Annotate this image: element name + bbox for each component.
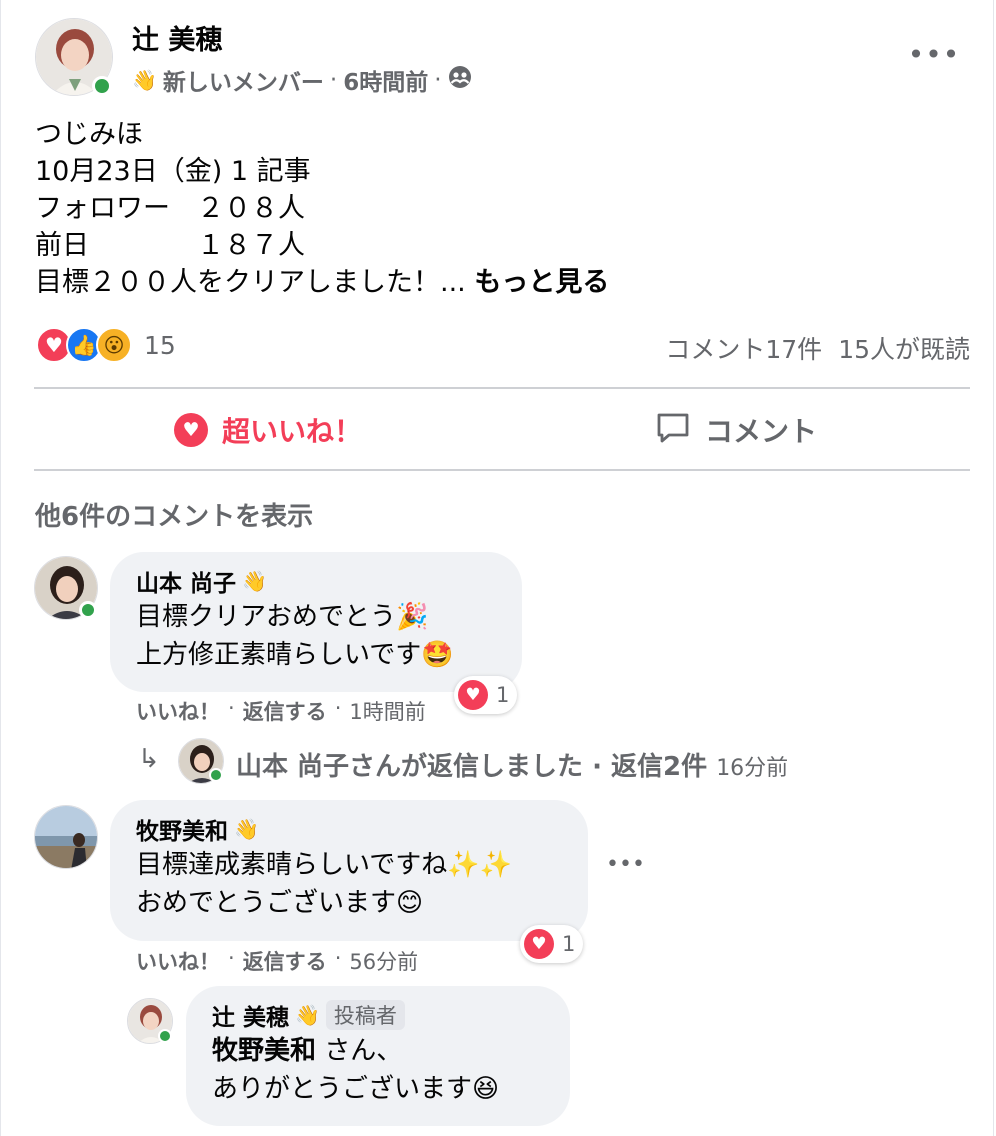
more-horizontal-icon: ••• xyxy=(907,37,961,71)
reply-arrow-icon: ↳ xyxy=(138,744,160,774)
wave-icon: 👋 xyxy=(132,68,157,92)
comment-bubble: 山本 尚子 👋 目標クリアおめでとう🎉 上方修正素晴らしいです🤩 xyxy=(110,552,522,692)
action-separator: · xyxy=(228,696,235,720)
post-options-button[interactable]: ••• xyxy=(908,34,960,74)
commenter-name-row: 牧野美和 👋 xyxy=(136,812,562,846)
post-body-line: 前日 １８７人 xyxy=(35,230,305,261)
comment-reaction-count: 1 xyxy=(496,683,510,707)
comment-reaction-pill[interactable]: ♥ 1 xyxy=(454,676,518,714)
post-stats: コメント17件 15人が既読 xyxy=(665,330,970,366)
action-separator: · xyxy=(334,946,342,970)
post-body-line: つじみほ xyxy=(35,119,143,150)
comment-actions: いいね！ · 返信する · 56分前 xyxy=(136,946,418,976)
post-body-line: フォロワー ２０８人 xyxy=(35,193,305,224)
post-meta: 👋 新しいメンバー · 6時間前 · xyxy=(132,63,472,97)
comment-bubble-icon xyxy=(655,409,691,452)
seen-count[interactable]: 15人が既読 xyxy=(838,330,970,366)
commenter-avatar-image xyxy=(35,806,97,868)
wave-icon: 👋 xyxy=(242,569,267,593)
comment-button-label: コメント xyxy=(704,415,817,448)
view-more-comments-link[interactable]: 他6件のコメントを表示 xyxy=(35,496,313,533)
post-body-last-line: 目標２００人をクリアしました！... もっと見る xyxy=(35,264,609,301)
heart-icon: ♥ xyxy=(524,929,554,959)
comment-time[interactable]: 1時間前 xyxy=(349,696,425,726)
reaction-summary[interactable]: ♥ 👍 😮 15 xyxy=(36,327,176,363)
comment-reaction-pill[interactable]: ♥ 1 xyxy=(520,925,584,963)
wave-icon: 👋 xyxy=(295,1003,320,1027)
see-more-link[interactable]: もっと見る xyxy=(474,267,609,298)
reply-author-row: 辻 美穂 👋 投稿者 xyxy=(212,998,544,1032)
post-body-line: 目標２００人をクリアしました！... xyxy=(35,267,466,298)
action-separator: · xyxy=(334,696,342,720)
love-button-label: 超いいね！ xyxy=(221,415,362,448)
post-body-line: 10月23日（金) 1 記事 xyxy=(35,156,311,187)
post-time[interactable]: 6時間前 xyxy=(343,63,428,97)
comment-count[interactable]: コメント17件 xyxy=(665,330,822,366)
comment-reaction-count: 1 xyxy=(562,932,576,956)
commenter-avatar[interactable] xyxy=(34,805,98,869)
online-indicator xyxy=(158,1029,172,1043)
love-button[interactable]: ♥ 超いいね！ xyxy=(34,392,502,468)
online-indicator xyxy=(209,768,223,782)
reply-text-line: ありがとうございます😆 xyxy=(212,1074,500,1104)
comment-like-link[interactable]: いいね！ xyxy=(136,696,220,726)
heart-icon: ♥ xyxy=(173,413,208,447)
view-replies-link[interactable]: 山本 尚子さんが返信しました · 返信2件 16分前 xyxy=(236,746,788,783)
commenter-name[interactable]: 山本 尚子 xyxy=(136,564,236,598)
action-separator: · xyxy=(228,946,235,970)
wave-icon: 👋 xyxy=(234,817,259,841)
comment-reply-link[interactable]: 返信する xyxy=(243,946,327,976)
author-tag: 投稿者 xyxy=(325,1000,405,1030)
group-audience-icon xyxy=(448,65,472,95)
mention-link[interactable]: 牧野美和 xyxy=(212,1036,316,1066)
comment-time[interactable]: 56分前 xyxy=(349,946,418,976)
comment-text-line: 目標達成素晴らしいですね✨✨ xyxy=(136,850,512,880)
comment-text-line: 上方修正素晴らしいです🤩 xyxy=(136,640,454,670)
comment-text-line: 目標クリアおめでとう🎉 xyxy=(136,602,429,632)
divider xyxy=(34,387,970,389)
reply-text: さん、 xyxy=(316,1036,403,1066)
comment-bubble: 牧野美和 👋 目標達成素晴らしいですね✨✨ おめでとうございます😊 xyxy=(110,800,588,941)
comment-text-line: おめでとうございます😊 xyxy=(136,888,424,918)
more-horizontal-icon: ••• xyxy=(606,852,645,877)
comment-button[interactable]: コメント xyxy=(502,392,970,468)
meta-separator: · xyxy=(434,67,442,93)
wow-reaction-icon: 😮 xyxy=(96,327,132,363)
reaction-count: 15 xyxy=(144,330,176,360)
post-author-name[interactable]: 辻 美穂 xyxy=(132,18,222,57)
commenter-name-row: 山本 尚子 👋 xyxy=(136,564,496,598)
comment-reply-link[interactable]: 返信する xyxy=(243,696,327,726)
member-badge[interactable]: 新しいメンバー xyxy=(163,63,324,97)
reply-bubble: 辻 美穂 👋 投稿者 牧野美和 さん、 ありがとうございます😆 xyxy=(186,986,570,1126)
heart-icon: ♥ xyxy=(458,680,488,710)
comment-like-link[interactable]: いいね！ xyxy=(136,946,220,976)
online-indicator xyxy=(92,76,112,96)
online-indicator xyxy=(79,601,97,619)
divider xyxy=(34,469,970,471)
post-body: つじみほ 10月23日（金) 1 記事 フォロワー ２０８人 前日 １８７人 目標２００… xyxy=(35,116,609,301)
meta-separator: · xyxy=(329,67,338,93)
comment-options-button[interactable]: ••• xyxy=(606,852,645,877)
reply-author-name[interactable]: 辻 美穂 xyxy=(212,998,289,1032)
commenter-name[interactable]: 牧野美和 xyxy=(136,812,228,846)
reply-text-line: 牧野美和 さん、 xyxy=(212,1032,544,1070)
comment-actions: いいね！ · 返信する · 1時間前 xyxy=(136,696,426,726)
replies-time: 16分前 xyxy=(716,756,789,781)
replies-summary: 山本 尚子さんが返信しました · 返信2件 xyxy=(236,752,708,782)
